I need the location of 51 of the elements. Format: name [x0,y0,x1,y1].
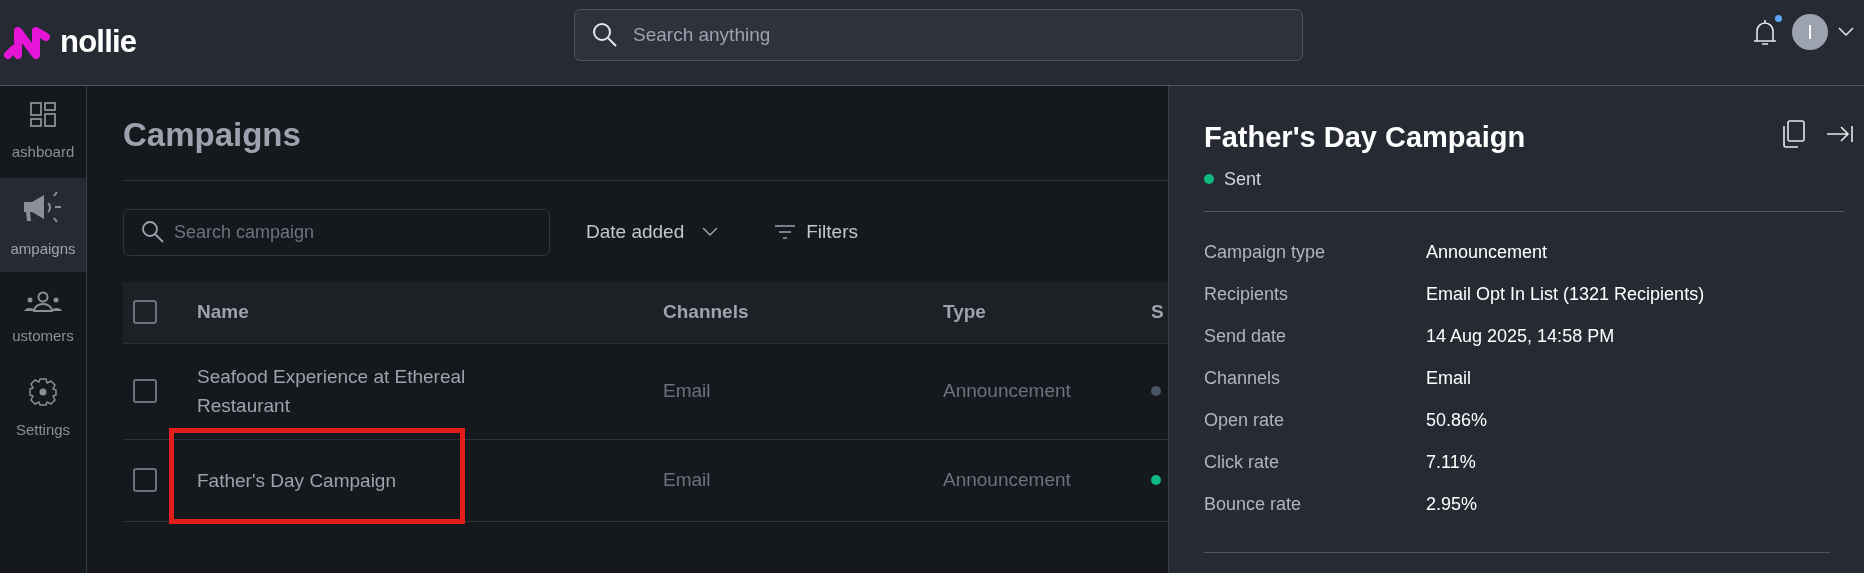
field-value: Announcement [1426,241,1548,264]
page-title: Campaigns [123,115,301,155]
column-header[interactable]: Type [943,300,986,322]
chevron-down-icon[interactable] [1838,27,1854,37]
campaign-name[interactable]: Father's Day Campaign [197,465,396,495]
column-header[interactable]: Channels [663,300,749,322]
brand-name: nollie [60,23,137,62]
sort-dropdown[interactable]: Date added [586,217,719,247]
search-field[interactable]: Search anything [574,8,1303,61]
column-header[interactable]: S [1151,300,1164,322]
column-header[interactable]: Name [197,300,249,322]
field-label: Bounce rate [1204,493,1303,516]
field-label: Open rate [1204,409,1286,432]
campaign-name[interactable]: Seafood Experience at Ethereal Restaurant [197,362,557,420]
row-checkbox[interactable] [133,468,157,492]
bell-icon [1752,17,1778,47]
field-label: Send date [1204,325,1288,348]
dashboard-grid-icon [29,100,57,129]
field-label: Channels [1204,367,1282,390]
row-checkbox[interactable] [133,379,157,403]
field-label: Campaign type [1204,241,1327,264]
table-cell: Email [663,468,711,490]
sidebar-item[interactable]: ampaigns [0,178,86,272]
field-value: Email [1426,367,1471,390]
logo-icon [4,24,50,61]
field-value: 14 Aug 2025, 14:58 PM [1426,325,1615,348]
sidebar-item[interactable]: ustomers [0,272,86,366]
search-icon [592,21,618,48]
people-icon [23,290,63,313]
filter-icon [774,224,797,240]
field-value: 2.95% [1426,493,1478,516]
status-label: Sent [1224,167,1262,191]
field-value: Email Opt In List (1321 Recipients) [1426,283,1705,306]
table-cell: Email [663,379,711,401]
field-label: Click rate [1204,451,1280,474]
filters-button[interactable]: Filters [774,217,858,247]
copy-icon[interactable] [1782,120,1806,148]
campaign-search-field[interactable]: Search campaign [123,208,550,256]
field-value: 50.86% [1426,409,1488,432]
field-label: Recipients [1204,283,1290,306]
field-value: 7.11% [1426,451,1476,474]
collapse-panel-icon[interactable] [1826,124,1854,144]
table-cell: Announcement [943,379,1071,401]
settings-icon [28,376,58,407]
sidebar-item[interactable]: Settings [0,366,86,452]
select-all-checkbox[interactable] [133,300,157,324]
search-icon [141,219,165,244]
chevron-down-icon [702,227,719,237]
sidebar-item[interactable]: ashboard [0,86,86,178]
table-cell: Announcement [943,468,1071,490]
campaign-title: Father's Day Campaign [1204,120,1526,155]
